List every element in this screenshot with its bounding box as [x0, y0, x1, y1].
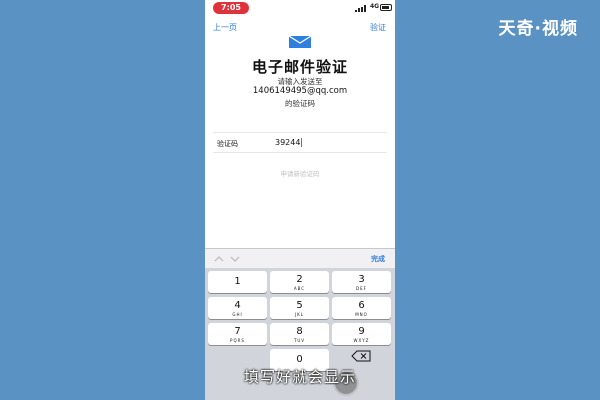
key-letters: WXYZ [353, 338, 370, 343]
back-button[interactable]: 上一页 [213, 22, 237, 33]
description-line-2: 的验证码 [285, 99, 315, 108]
email-address: 1406149495@qq.com [252, 86, 348, 96]
key-digit: 4 [234, 300, 241, 311]
key-digit: 8 [296, 326, 303, 337]
key-5[interactable]: 5 JKL [270, 297, 329, 319]
chevron-up-icon[interactable] [213, 253, 225, 265]
key-digit: 9 [358, 326, 365, 337]
request-new-code-button[interactable]: 申请新验证码 [205, 168, 395, 178]
text-caret [301, 138, 303, 147]
key-letters: TUV [293, 338, 306, 343]
key-digit: 0 [296, 354, 303, 365]
key-digit: 5 [296, 300, 303, 311]
key-9[interactable]: 9 WXYZ [332, 323, 391, 345]
verification-code-row: 验证码 39244 [213, 132, 387, 153]
verification-code-value: 39244 [275, 138, 301, 147]
mail-icon [289, 36, 311, 48]
nav-bar: 上一页 验证 [205, 18, 395, 38]
keyboard-accessory-bar: 完成 [205, 248, 395, 268]
key-2[interactable]: 2 ABC [270, 271, 329, 293]
battery-icon [380, 4, 392, 11]
key-letters: GHI [232, 312, 243, 317]
done-button[interactable]: 完成 [371, 254, 385, 264]
chevron-down-icon[interactable] [229, 253, 241, 265]
verification-code-input[interactable]: 39244 [275, 137, 375, 149]
delete-icon[interactable] [351, 349, 373, 363]
key-1[interactable]: 1 [208, 271, 267, 293]
phone-screen: 7:05 4G 上一页 验证 电子邮件验证 请输入发送至 1406149495@… [205, 0, 395, 400]
key-7[interactable]: 7 PQRS [208, 323, 267, 345]
network-label: 4G [370, 3, 380, 10]
key-digit: 3 [358, 274, 365, 285]
page-title: 电子邮件验证 [251, 58, 348, 76]
key-3[interactable]: 3 DEF [332, 271, 391, 293]
key-letters: JKL [294, 312, 305, 317]
watermark-logo: 天奇·视频 [498, 19, 578, 39]
status-bar: 7:05 4G [205, 0, 395, 15]
key-8[interactable]: 8 TUV [270, 323, 329, 345]
key-6[interactable]: 6 MNO [332, 297, 391, 319]
key-letters: PQRS [230, 338, 245, 343]
signal-icon [355, 5, 366, 12]
key-letters: MNO [355, 312, 368, 317]
key-digit: 6 [358, 300, 365, 311]
status-time: 7:05 [213, 2, 249, 14]
key-letters: ABC [293, 286, 306, 291]
video-subtitle: 填写好就会显示 [243, 368, 356, 386]
key-digit: 2 [296, 274, 303, 285]
key-digit: 7 [234, 326, 241, 337]
key-letters: DEF [356, 286, 367, 291]
key-digit: 1 [234, 276, 241, 287]
verification-code-label: 验证码 [217, 140, 238, 148]
key-4[interactable]: 4 GHI [208, 297, 267, 319]
verify-button[interactable]: 验证 [370, 22, 386, 33]
